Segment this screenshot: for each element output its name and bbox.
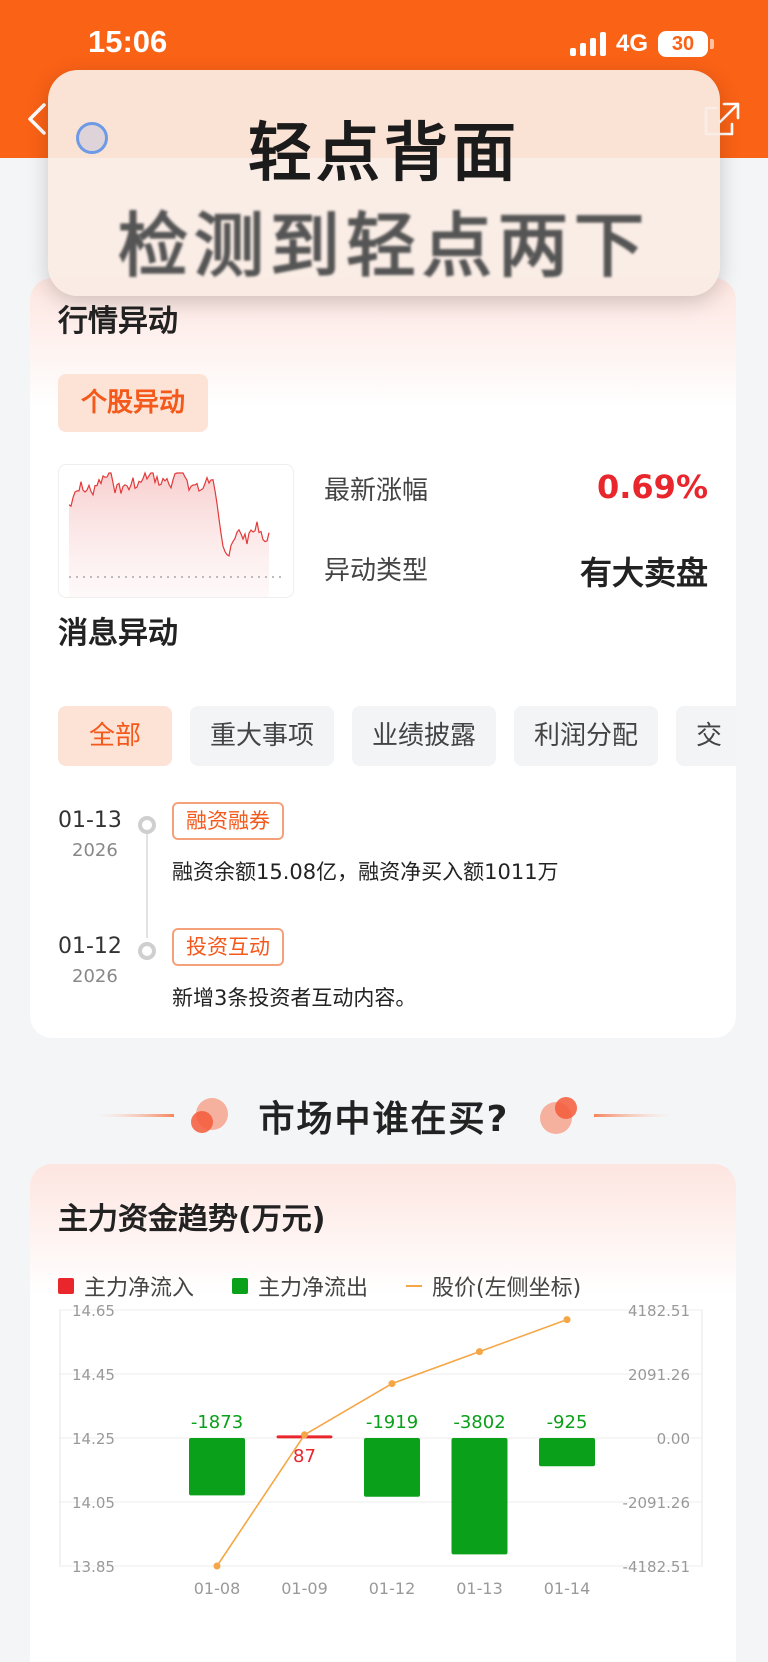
banner-title: 市场中谁在买? (258, 1099, 510, 1140)
right-axis-tick: 2091.26 (628, 1366, 690, 1384)
price-point (563, 1316, 571, 1324)
bar-value-label: -1873 (191, 1412, 243, 1433)
bar-value-label: -1919 (366, 1412, 418, 1433)
bar-value-label: -925 (547, 1412, 588, 1433)
news-tag[interactable]: 投资互动 (172, 928, 284, 966)
anomaly-type-value: 有大卖盘 (579, 554, 708, 592)
stock-anomaly-tag[interactable]: 个股异动 (58, 374, 208, 432)
flow-bar (539, 1438, 595, 1467)
price-point (388, 1380, 396, 1388)
legend-price[interactable]: 股价(左侧坐标) (406, 1270, 581, 1302)
status-icons: 4G 30 (569, 30, 714, 58)
timeline-dot (138, 942, 156, 960)
legend-label: 主力净流入 (84, 1276, 195, 1301)
back-tap-toast: 轻点背面 检测到轻点两下 (48, 70, 720, 296)
legend-swatch (232, 1278, 249, 1294)
tab-dividend[interactable]: 利润分配 (514, 706, 658, 766)
network-type: 4G (615, 30, 648, 57)
anomaly-card: 行情异动 个股异动 最新涨幅 0.69% 异动类型 有大卖盘 消息异动 全部 重… (30, 278, 736, 1038)
x-axis-tick: 01-14 (544, 1579, 591, 1598)
status-time: 15:06 (88, 24, 168, 59)
legend-inflow[interactable]: 主力净流入 (58, 1270, 194, 1302)
tab-trading[interactable]: 交 (676, 706, 736, 766)
latest-change-value: 0.69% (596, 468, 708, 506)
right-axis-tick: -2091.26 (623, 1494, 690, 1512)
right-axis-tick: -4182.51 (623, 1558, 690, 1576)
fund-trend-chart: 14.65 4182.51 14.45 2091.26 14.25 0.00 14.05 -2… (59, 1302, 703, 1598)
price-point (213, 1562, 221, 1570)
tab-all[interactable]: 全部 (58, 706, 172, 766)
news-text: 融资余额15.08亿，融资净买入额1011万 (172, 860, 559, 884)
flow-bar (189, 1438, 245, 1496)
toast-subtitle: 检测到轻点两下 (118, 205, 650, 287)
news-date: 01-12 (58, 934, 122, 959)
fund-trend-card: 主力资金趋势(万元) 主力净流入 主力净流出 股价(左侧坐标) 14.65 418… (30, 1164, 736, 1662)
price-point (301, 1431, 308, 1439)
tab-earnings[interactable]: 业绩披露 (352, 706, 496, 766)
battery-icon: 30 (658, 31, 714, 57)
who-is-buying-banner: 市场中谁在买? (0, 1090, 768, 1142)
news-year: 2026 (72, 966, 118, 987)
flow-bar (364, 1438, 420, 1497)
x-axis-tick: 01-08 (194, 1579, 241, 1598)
bar-value-label: -3802 (453, 1412, 505, 1433)
x-axis-tick: 01-12 (369, 1579, 416, 1598)
fund-trend-title: 主力资金趋势(万元) (58, 1202, 326, 1237)
price-sparkline (58, 464, 294, 598)
left-axis-tick: 14.45 (72, 1366, 115, 1384)
timeline-line (146, 834, 148, 938)
legend-label: 股价(左侧坐标) (432, 1276, 582, 1301)
x-axis-tick: 01-13 (456, 1579, 503, 1598)
anomaly-type-label: 异动类型 (324, 556, 429, 586)
x-axis-tick: 01-09 (281, 1579, 328, 1598)
back-arrow-icon[interactable] (26, 102, 48, 136)
chart-legend: 主力净流入 主力净流出 股价(左侧坐标) (58, 1270, 619, 1302)
bar-value-label: 87 (293, 1446, 316, 1467)
left-axis-tick: 14.05 (72, 1494, 115, 1512)
legend-label: 主力净流出 (258, 1276, 369, 1301)
news-date: 01-13 (58, 808, 122, 833)
news-tag[interactable]: 融资融券 (172, 802, 284, 840)
left-axis-tick: 13.85 (72, 1558, 115, 1576)
flow-bar (451, 1438, 508, 1555)
news-tabs: 全部 重大事项 业绩披露 利润分配 交 (58, 706, 736, 766)
legend-outflow[interactable]: 主力净流出 (232, 1270, 368, 1302)
right-axis-tick: 4182.51 (628, 1302, 690, 1320)
market-anomaly-title: 行情异动 (58, 304, 178, 339)
left-axis-tick: 14.25 (72, 1430, 115, 1448)
right-axis-tick: 0.00 (657, 1430, 690, 1448)
signal-icon (569, 32, 606, 56)
legend-swatch (406, 1285, 423, 1287)
latest-change-label: 最新涨幅 (324, 476, 429, 506)
toast-title: 轻点背面 (248, 117, 520, 191)
legend-swatch (58, 1278, 74, 1294)
timeline-dot (138, 816, 156, 834)
news-anomaly-title: 消息异动 (58, 616, 178, 651)
price-point (476, 1348, 483, 1356)
news-year: 2026 (72, 840, 118, 861)
left-axis-tick: 14.65 (72, 1302, 115, 1320)
news-text: 新增3条投资者互动内容。 (172, 986, 417, 1010)
tab-major-events[interactable]: 重大事项 (190, 706, 334, 766)
